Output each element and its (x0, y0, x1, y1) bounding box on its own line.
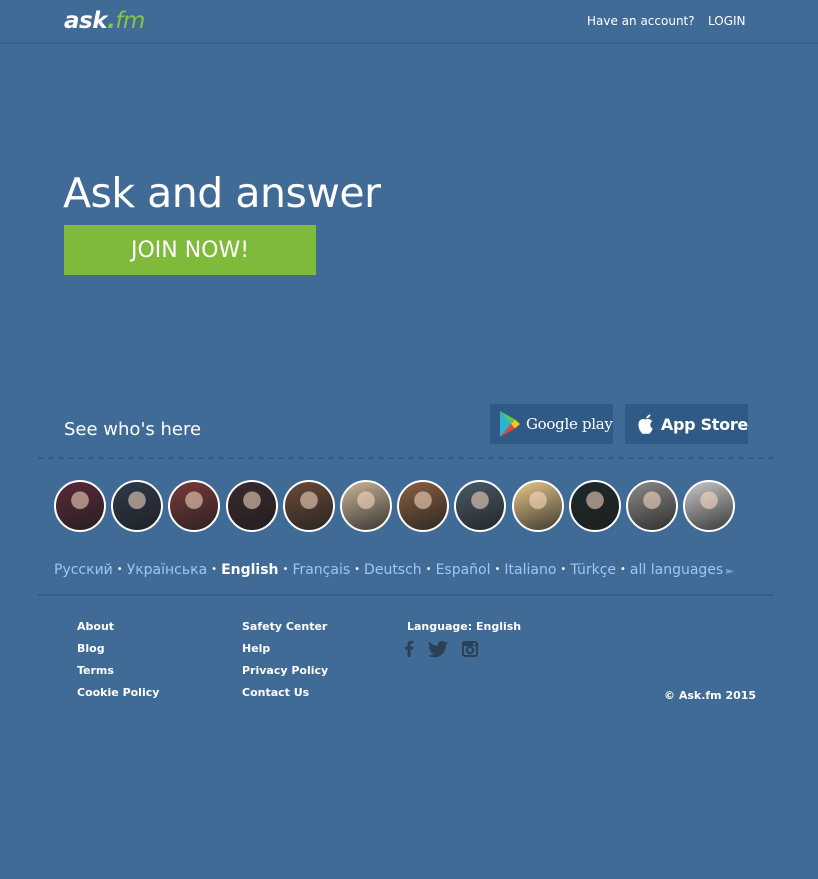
language-separator: • (560, 564, 567, 575)
join-now-button[interactable]: JOIN NOW! (64, 225, 316, 275)
language-separator: • (116, 564, 123, 575)
user-avatar[interactable] (283, 480, 335, 532)
see-who-heading: See who's here (64, 419, 202, 440)
language-separator: • (282, 564, 289, 575)
hero-title: Ask and answer (63, 169, 381, 217)
language-link[interactable]: Deutsch (364, 562, 422, 578)
google-play-button[interactable]: Google play (490, 404, 613, 444)
footer-language-value[interactable]: English (476, 620, 521, 633)
user-avatar[interactable] (683, 480, 735, 532)
language-link[interactable]: Español (436, 562, 491, 578)
user-avatar[interactable] (569, 480, 621, 532)
footer-link-safety-center[interactable]: Safety Center (242, 620, 328, 634)
footer-link-blog[interactable]: Blog (77, 642, 159, 656)
social-links (404, 640, 492, 661)
apple-icon (638, 414, 653, 434)
language-link[interactable]: Türkçe (570, 562, 616, 578)
user-avatar[interactable] (626, 480, 678, 532)
user-avatar[interactable] (512, 480, 564, 532)
app-store-label: App Store (660, 414, 748, 434)
footer-link-contact-us[interactable]: Contact Us (242, 686, 328, 700)
language-link[interactable]: all languages (630, 562, 723, 578)
twitter-icon[interactable] (428, 640, 448, 661)
instagram-icon[interactable] (462, 640, 478, 661)
language-separator: • (211, 564, 218, 575)
login-link[interactable]: LOGIN (708, 13, 746, 29)
language-separator: • (620, 564, 626, 575)
top-bar: ask.fm Have an account? LOGIN (0, 0, 818, 44)
language-list: Русский • Українська • English • Français • Deut… (54, 561, 734, 581)
language-link[interactable]: Українська (127, 562, 207, 578)
logo[interactable]: ask.fm (64, 6, 145, 36)
footer-column-2: Safety Center Help Privacy Policy Contac… (242, 620, 328, 708)
footer-language-label: Language: (407, 620, 473, 633)
language-link[interactable]: Italiano (504, 562, 556, 578)
footer-link-help[interactable]: Help (242, 642, 328, 656)
google-play-label: Google play (526, 415, 613, 433)
user-avatar[interactable] (397, 480, 449, 532)
user-avatar[interactable] (111, 480, 163, 532)
language-separator: • (354, 564, 361, 575)
footer-link-privacy-policy[interactable]: Privacy Policy (242, 664, 328, 678)
language-separator: • (494, 564, 501, 575)
arrow-right-icon: ► (726, 566, 734, 577)
copyright: © Ask.fm 2015 (664, 689, 757, 702)
language-link[interactable]: English (221, 562, 278, 578)
dashed-divider (38, 457, 774, 459)
footer-link-about[interactable]: About (77, 620, 159, 634)
footer-language: Language: English (407, 620, 521, 634)
user-avatar[interactable] (168, 480, 220, 532)
google-play-icon (500, 411, 520, 437)
page: ask.fm Have an account? LOGIN Ask and an… (0, 0, 818, 879)
language-separator: • (425, 564, 432, 575)
user-avatar[interactable] (226, 480, 278, 532)
logo-fm: fm (115, 8, 145, 34)
language-link[interactable]: Русский (54, 562, 113, 578)
footer-link-cookie-policy[interactable]: Cookie Policy (77, 686, 159, 700)
language-link[interactable]: Français (292, 562, 350, 578)
footer-link-terms[interactable]: Terms (77, 664, 159, 678)
footer-divider (38, 594, 774, 596)
have-account-text: Have an account? (587, 14, 695, 28)
footer-column-1: About Blog Terms Cookie Policy (77, 620, 159, 708)
user-avatar[interactable] (340, 480, 392, 532)
app-store-button[interactable]: App Store (625, 404, 748, 444)
logo-ask: ask (64, 8, 108, 34)
user-avatar[interactable] (454, 480, 506, 532)
user-avatar[interactable] (54, 480, 106, 532)
facebook-icon[interactable] (404, 640, 414, 661)
